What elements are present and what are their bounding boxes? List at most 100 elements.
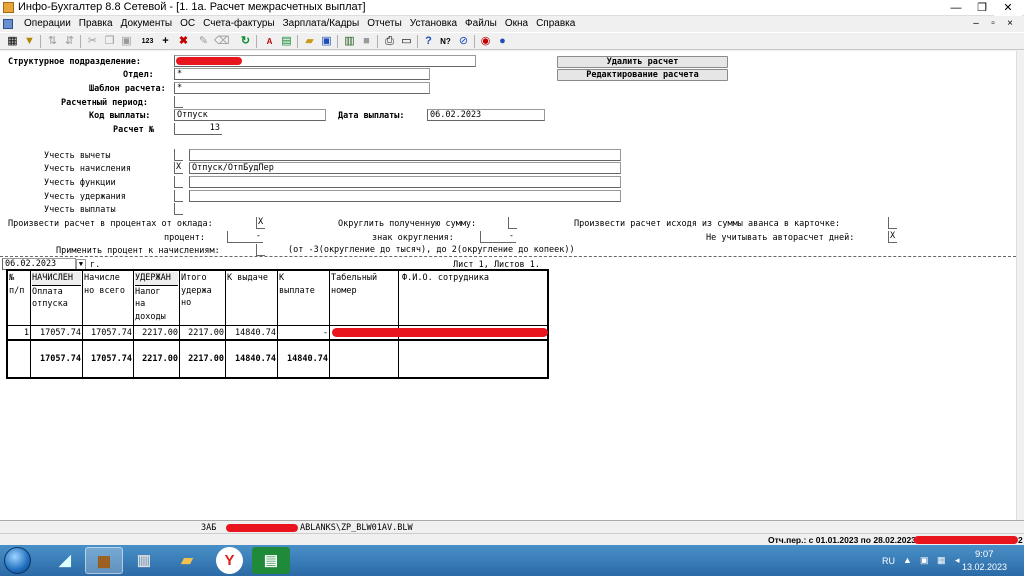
cut-icon[interactable]: ✂ bbox=[85, 34, 100, 49]
calculator-icon[interactable]: ▥ bbox=[342, 34, 357, 49]
doc-close-button[interactable]: × bbox=[1002, 17, 1018, 31]
menu-operations[interactable]: Операции bbox=[20, 17, 75, 31]
compass-icon[interactable]: ⊘ bbox=[456, 34, 471, 49]
refresh-icon[interactable]: ↻ bbox=[238, 34, 253, 49]
no-autocalc-checkbox[interactable]: X bbox=[888, 231, 897, 243]
from-advance-label: Произвести расчет исходя из суммы аванса… bbox=[574, 219, 841, 229]
sort-desc-icon[interactable]: ⇵ bbox=[62, 34, 77, 49]
consider-payments-checkbox[interactable] bbox=[174, 203, 183, 215]
menu-items: Операции Правка Документы ОС Счета-факту… bbox=[20, 17, 579, 31]
calc-number-field[interactable]: 13 bbox=[174, 123, 222, 135]
delete-icon[interactable]: ✖ bbox=[176, 34, 191, 49]
tray-arrow-icon[interactable]: ▲ bbox=[903, 555, 912, 565]
preview-icon[interactable]: ▭ bbox=[399, 34, 414, 49]
percent-of-salary-label: Произвести расчет в процентах от оклада: bbox=[8, 219, 213, 229]
info-accountant-taskbar-icon[interactable]: ▦ bbox=[85, 547, 123, 574]
from-advance-checkbox[interactable] bbox=[888, 217, 897, 229]
minimize-button[interactable]: — bbox=[942, 0, 970, 16]
add-icon[interactable]: + bbox=[158, 34, 173, 49]
sort-icon[interactable]: ⇅ bbox=[45, 34, 60, 49]
consider-deductions-checkbox[interactable] bbox=[174, 149, 183, 161]
app-launcher-1[interactable]: ◢ bbox=[46, 547, 84, 574]
doc-restore-button[interactable]: ▫ bbox=[985, 17, 1001, 31]
excel-icon[interactable]: ▤ bbox=[279, 34, 294, 49]
menu-payroll[interactable]: Зарплата/Кадры bbox=[279, 17, 364, 31]
template-field[interactable]: * bbox=[174, 82, 430, 94]
menu-settings[interactable]: Установка bbox=[406, 17, 461, 31]
header-withheld-line4: доходы bbox=[135, 311, 166, 322]
status-path: ABLANKS\ZP_BLW01AV.BLW bbox=[300, 523, 413, 533]
period-field[interactable] bbox=[174, 96, 183, 108]
copy-icon[interactable]: ❐ bbox=[102, 34, 117, 49]
consider-withholdings-field[interactable] bbox=[189, 190, 621, 202]
wipe-icon[interactable]: ⌫ bbox=[214, 34, 230, 49]
close-button[interactable]: ✕ bbox=[994, 0, 1022, 16]
tray-app-icon[interactable]: ▣ bbox=[920, 555, 929, 566]
payment-date-field[interactable]: 06.02.2023 bbox=[427, 109, 545, 121]
period-label: Расчетный период: bbox=[61, 98, 148, 108]
menu-edit[interactable]: Правка bbox=[75, 17, 117, 31]
numbering-icon[interactable]: 123 bbox=[140, 34, 155, 49]
filter-icon[interactable]: ▼ bbox=[22, 34, 37, 49]
app-window: Инфо-Бухгалтер 8.8 Сетевой - [1. 1а. Рас… bbox=[0, 0, 1024, 576]
start-button[interactable] bbox=[4, 547, 31, 574]
header-accrued-total: Начисле bbox=[84, 273, 120, 283]
col-tab-number: Табельный номер bbox=[330, 271, 399, 377]
clock-date[interactable]: 13.02.2023 bbox=[962, 562, 1007, 572]
payment-code-field[interactable]: Отпуск bbox=[174, 109, 326, 121]
department-label: Отдел: bbox=[123, 70, 154, 80]
department-field[interactable]: * bbox=[174, 68, 430, 80]
stop-icon[interactable]: ■ bbox=[359, 34, 374, 49]
paste-icon[interactable]: ▣ bbox=[119, 34, 134, 49]
menu-files[interactable]: Файлы bbox=[461, 17, 501, 31]
round-sign-field[interactable]: - bbox=[480, 231, 516, 243]
network-icon[interactable]: ▦ bbox=[937, 555, 946, 566]
help-icon[interactable]: ? bbox=[421, 34, 436, 49]
lifebuoy-icon[interactable]: ◉ bbox=[478, 34, 493, 49]
header-num-line2: п/п bbox=[9, 285, 25, 296]
round-sum-checkbox[interactable] bbox=[508, 217, 517, 229]
consider-withholdings-label: Учесть удержания bbox=[44, 192, 126, 202]
open-folder-icon[interactable]: ▰ bbox=[302, 34, 317, 49]
menu-help[interactable]: Справка bbox=[532, 17, 579, 31]
row1-withheld-total: 2217.00 bbox=[188, 328, 224, 338]
document-icon[interactable] bbox=[3, 19, 13, 29]
consider-deductions-field[interactable] bbox=[189, 149, 621, 161]
consider-functions-field[interactable] bbox=[189, 176, 621, 188]
no-autocalc-label: Не учитывать авторасчет дней: bbox=[706, 233, 855, 243]
doc-minimize-button[interactable]: – bbox=[968, 17, 984, 31]
percent-field[interactable]: - bbox=[227, 231, 263, 243]
menu-fixed-assets[interactable]: ОС bbox=[176, 17, 199, 31]
user-search-icon[interactable]: ● bbox=[495, 34, 510, 49]
consider-accruals-field[interactable]: Отпуск/ОтпБудПер bbox=[189, 162, 621, 174]
language-indicator[interactable]: RU bbox=[882, 556, 895, 566]
menu-documents[interactable]: Документы bbox=[117, 17, 177, 31]
consider-withholdings-checkbox[interactable] bbox=[174, 190, 183, 202]
menu-invoices[interactable]: Счета-фактуры bbox=[199, 17, 279, 31]
yandex-browser-icon[interactable]: Y bbox=[216, 547, 243, 574]
toolbar-separator bbox=[297, 35, 298, 48]
vertical-scrollbar[interactable] bbox=[1016, 51, 1024, 520]
clear-icon[interactable]: ✎ bbox=[196, 34, 211, 49]
clock-time[interactable]: 9:07 bbox=[975, 549, 994, 560]
percent-of-salary-checkbox[interactable]: X bbox=[256, 217, 265, 229]
help-context-icon[interactable]: N? bbox=[438, 34, 453, 49]
menu-reports[interactable]: Отчеты bbox=[363, 17, 406, 31]
edit-calculation-button[interactable]: Редактирование расчета bbox=[557, 69, 728, 81]
calculator-taskbar-icon[interactable]: ▥ bbox=[125, 547, 163, 574]
excel-taskbar-icon[interactable]: ▤ bbox=[252, 547, 290, 574]
payment-date-label: Дата выплаты: bbox=[338, 111, 405, 121]
volume-icon[interactable]: ◂ bbox=[955, 555, 960, 566]
explorer-taskbar-icon[interactable]: ▰ bbox=[168, 547, 206, 574]
consider-functions-checkbox[interactable] bbox=[174, 176, 183, 188]
save-icon[interactable]: ▣ bbox=[319, 34, 334, 49]
apply-percent-checkbox[interactable] bbox=[256, 244, 265, 256]
delete-calculation-button[interactable]: Удалить расчет bbox=[557, 56, 728, 68]
grid-icon[interactable]: ▦ bbox=[5, 34, 20, 49]
consider-accruals-checkbox[interactable]: X bbox=[174, 162, 183, 174]
print-icon[interactable]: ⎙ bbox=[382, 34, 397, 49]
pdf-icon[interactable]: A bbox=[262, 34, 277, 49]
restore-button[interactable]: ❐ bbox=[968, 0, 996, 16]
redaction-mark bbox=[914, 536, 1018, 544]
menu-windows[interactable]: Окна bbox=[501, 17, 532, 31]
